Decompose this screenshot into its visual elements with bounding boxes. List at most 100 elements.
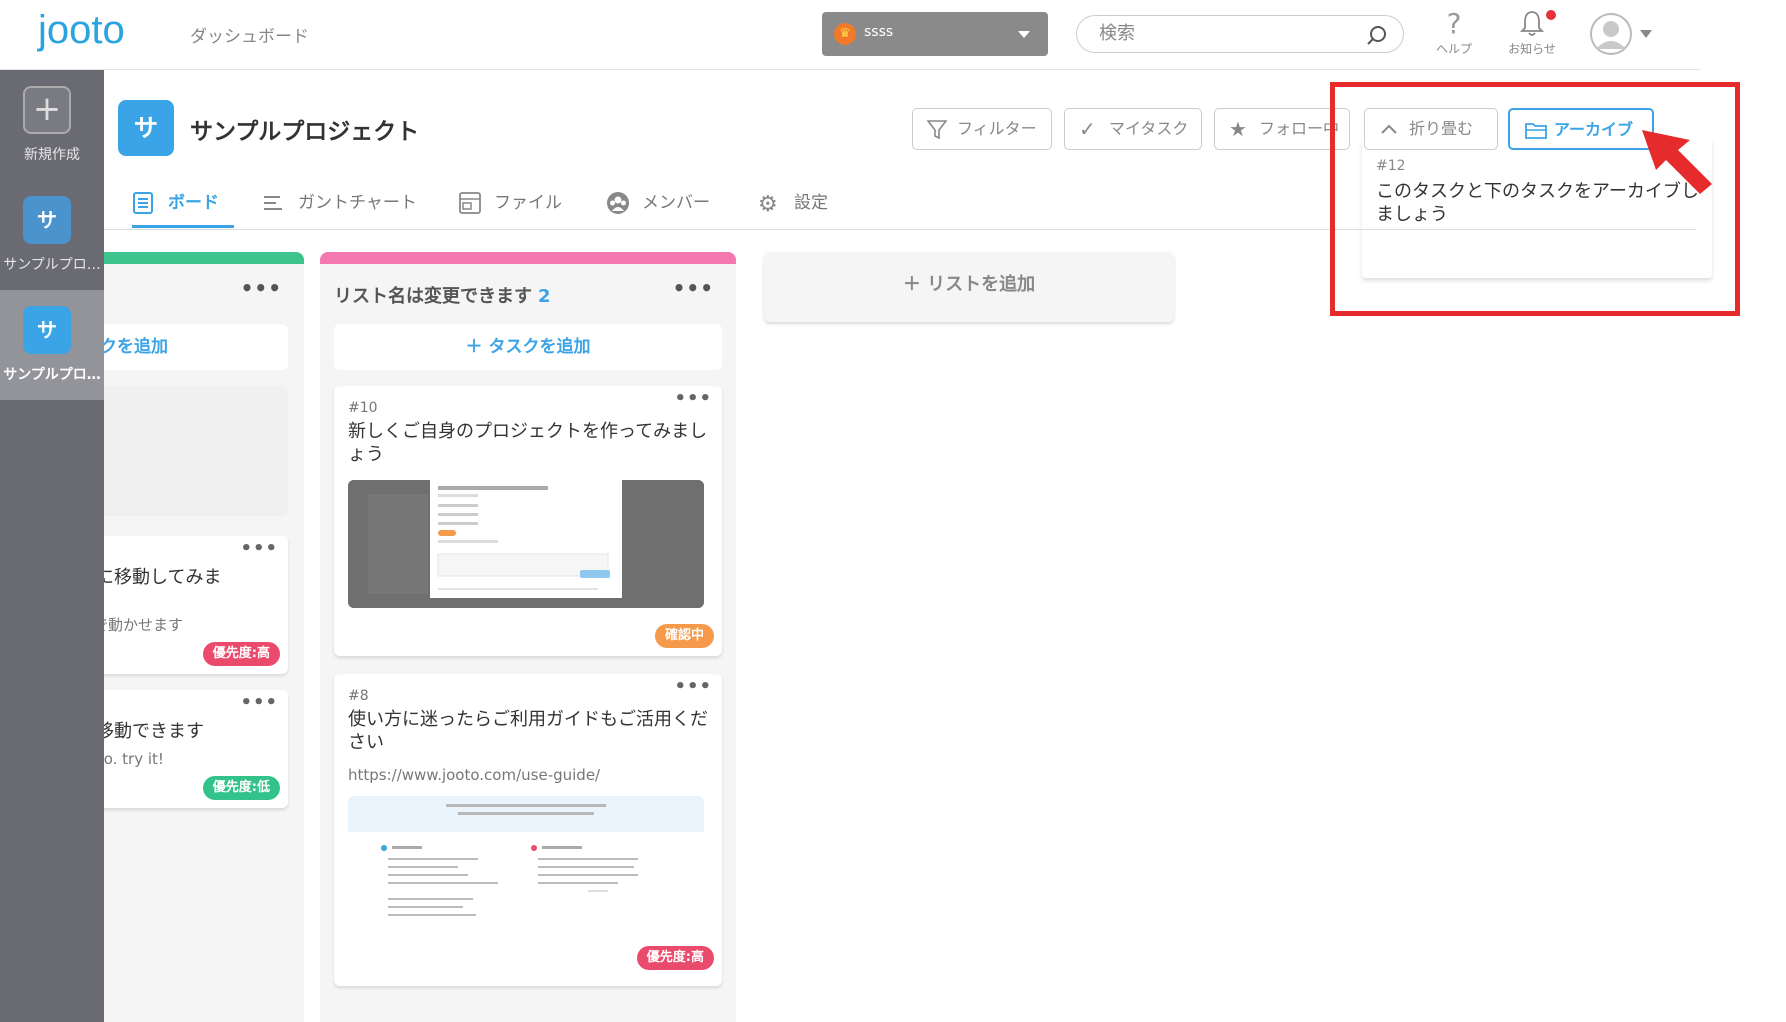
more-icon[interactable]: ••• (240, 692, 278, 713)
project-icon: サ (23, 306, 71, 354)
priority-badge: 優先度:高 (636, 946, 714, 970)
plus-icon: + (23, 86, 71, 134)
file-icon (458, 190, 482, 225)
task-number: #8 (348, 688, 369, 704)
page-title: サンプルプロジェクト (190, 119, 420, 145)
tab-files[interactable]: ファイル (458, 188, 562, 228)
tab-settings[interactable]: ⚙ 設定 (758, 188, 828, 228)
avatar[interactable] (1590, 13, 1632, 55)
task-title: トに移動してみま (104, 567, 222, 588)
chevron-down-icon[interactable] (1640, 30, 1652, 38)
task-number: #10 (348, 400, 378, 416)
task-card[interactable]: ••• こ移動できます t too. try it! 優先度:低 (104, 690, 288, 808)
chevron-up-icon (1379, 109, 1399, 162)
chevron-down-icon (1018, 31, 1030, 38)
gantt-icon (262, 190, 284, 225)
star-icon: ★ (1229, 117, 1247, 141)
tab-board[interactable]: ボード (132, 188, 234, 228)
annotation-arrow-icon (1642, 130, 1712, 194)
tab-label: ガントチャート (298, 193, 417, 213)
add-task-button[interactable]: ＋ タスクを追加 (334, 324, 722, 370)
task-thumbnail[interactable] (348, 480, 704, 608)
task-list: リスト名は変更できます 2 ••• ＋ タスクを追加 ••• #10 新しくご自身… (320, 252, 736, 1022)
tab-label: メンバー (642, 193, 710, 213)
task-card[interactable]: ••• トに移動してみま プで動かせます 優先度:高 (104, 536, 288, 674)
notice-button[interactable]: お知らせ (1500, 8, 1564, 57)
sidebar-item-label: 新規作成 (24, 147, 80, 163)
task-card[interactable]: ••• #10 新しくご自身のプロジェクトを作ってみましょう 確認中 (334, 386, 722, 656)
left-sidebar: + 新規作成 サ サンプルプロ… サ サンプルプロ… (0, 70, 104, 1022)
organization-select[interactable]: ♛ ssss (822, 12, 1048, 56)
search-input[interactable] (1099, 23, 1349, 44)
filter-icon (926, 109, 948, 162)
search-box (1076, 15, 1404, 53)
more-icon[interactable]: ••• (674, 676, 712, 697)
filter-label: フィルター (957, 119, 1037, 138)
archive-button[interactable]: アーカイブ (1508, 108, 1654, 150)
filter-button[interactable]: フィルター (912, 108, 1052, 150)
folder-icon (1524, 110, 1548, 163)
task-count: 2 (538, 286, 551, 307)
tab-label: ファイル (494, 193, 562, 213)
more-icon[interactable]: ••• (673, 276, 714, 300)
dashboard-link[interactable]: ダッシュボード (190, 22, 309, 47)
task-link[interactable]: https://www.jooto.com/use-guide/ (348, 766, 600, 784)
task-list: ••• タスクを追加 ••• トに移動してみま プで動かせます 優先度:高 ••… (104, 252, 304, 1022)
help-button[interactable]: ? ヘルプ (1426, 8, 1482, 57)
help-label: ヘルプ (1435, 42, 1472, 56)
tab-members[interactable]: メンバー (606, 188, 710, 228)
task-thumbnail[interactable] (348, 796, 704, 946)
plus-icon: ＋ (465, 337, 489, 357)
status-badge: 確認中 (654, 624, 714, 648)
tab-label: ボード (168, 193, 219, 213)
plus-icon: ＋ (902, 274, 928, 295)
my-task-button[interactable]: ✓ マイタスク (1064, 108, 1202, 150)
sidebar-item-label: サンプルプロ… (3, 367, 101, 383)
add-list-button[interactable]: ＋ リストを追加 (764, 252, 1174, 322)
sidebar-item-project-active[interactable]: サ サンプルプロ… (0, 290, 104, 400)
task-title: 新しくご自身のプロジェクトを作ってみましょう (348, 421, 708, 465)
collapse-button[interactable]: 折り畳む (1364, 108, 1498, 150)
collapse-label: 折り畳む (1409, 119, 1474, 138)
task-card[interactable]: ••• #8 使い方に迷ったらご利用ガイドもご活用ください https://ww… (334, 674, 722, 986)
tab-gantt[interactable]: ガントチャート (262, 188, 417, 228)
card-placeholder (104, 386, 288, 516)
board-icon (132, 190, 154, 225)
organization-name: ssss (864, 24, 894, 40)
member-icon (606, 190, 630, 225)
my-task-label: マイタスク (1109, 119, 1189, 138)
check-icon: ✓ (1079, 117, 1096, 141)
more-icon[interactable]: ••• (674, 388, 712, 409)
priority-badge: 優先度:低 (202, 776, 280, 800)
jooto-logo[interactable]: jooto (38, 8, 125, 53)
question-icon: ? (1446, 7, 1462, 40)
archive-label: アーカイブ (1554, 120, 1634, 139)
tab-label: 設定 (794, 193, 828, 213)
project-icon: サ (118, 100, 174, 156)
task-title: こ移動できます (104, 721, 204, 742)
follow-label: フォロー中 (1259, 119, 1340, 138)
sidebar-item-project[interactable]: サ サンプルプロ… (0, 180, 104, 290)
follow-button[interactable]: ★ フォロー中 (1214, 108, 1350, 150)
task-title: 使い方に迷ったらご利用ガイドもご活用ください (348, 709, 708, 753)
project-icon: サ (23, 196, 71, 244)
task-description: プで動かせます (104, 616, 184, 634)
task-description: t too. try it! (104, 750, 164, 768)
board: ••• タスクを追加 ••• トに移動してみま プで動かせます 優先度:高 ••… (104, 230, 1786, 1022)
user-icon (1590, 13, 1632, 55)
add-task-button[interactable]: タスクを追加 (104, 324, 288, 370)
guide-image (348, 796, 704, 916)
gear-icon: ⚙ (758, 192, 778, 217)
notice-label: お知らせ (1508, 42, 1556, 56)
priority-badge: 優先度:高 (202, 642, 280, 666)
sidebar-item-new[interactable]: + 新規作成 (0, 70, 104, 180)
unread-dot (1546, 10, 1556, 20)
screenshot-image (348, 480, 704, 608)
list-title[interactable]: リスト名は変更できます 2 (334, 282, 551, 308)
more-icon[interactable]: ••• (241, 276, 282, 300)
sidebar-item-label: サンプルプロ… (3, 257, 101, 273)
crown-icon: ♛ (834, 23, 856, 45)
search-icon[interactable] (1365, 23, 1389, 47)
more-icon[interactable]: ••• (240, 538, 278, 559)
top-bar: jooto ダッシュボード ♛ ssss ? ヘルプ (0, 0, 1700, 70)
